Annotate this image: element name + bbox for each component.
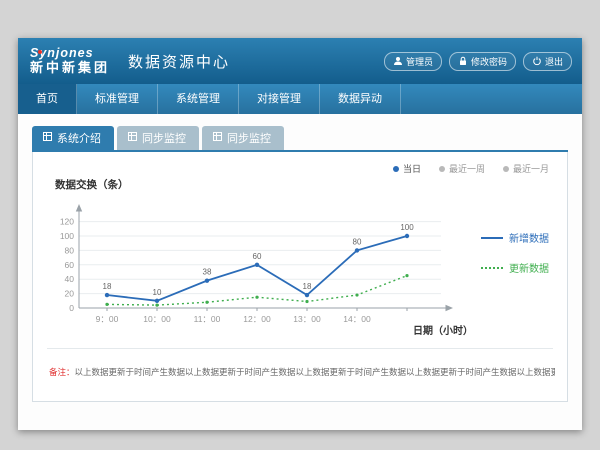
svg-text:10: 10 bbox=[153, 288, 162, 297]
svg-text:38: 38 bbox=[203, 268, 212, 277]
tab-label: 同步监控 bbox=[142, 130, 186, 146]
footnote: 备注：以上数据更新于时间产生数据以上数据更新于时间产生数据以上数据更新于时间产生… bbox=[45, 349, 555, 386]
solid-line-icon bbox=[481, 237, 503, 239]
change-password-label: 修改密码 bbox=[471, 55, 507, 68]
legend-item-new-data[interactable]: 新增数据 bbox=[481, 230, 555, 245]
svg-text:12：00: 12：00 bbox=[243, 314, 271, 324]
user-actions: 管理员 修改密码 退出 bbox=[384, 52, 582, 71]
svg-text:20: 20 bbox=[65, 289, 75, 299]
series-name: 新增数据 bbox=[509, 230, 549, 245]
svg-text:80: 80 bbox=[353, 237, 362, 246]
legend-dot-icon bbox=[393, 166, 399, 172]
chart-y-axis-title: 数据交换（条） bbox=[55, 177, 555, 192]
svg-text:100: 100 bbox=[400, 223, 414, 232]
period-filter-last-week[interactable]: 最近一周 bbox=[439, 162, 485, 175]
nav-item-docking-mgmt[interactable]: 对接管理 bbox=[239, 84, 320, 114]
tab-sync-monitor-1[interactable]: 同步监控 bbox=[117, 126, 199, 150]
svg-text:9：00: 9：00 bbox=[96, 314, 119, 324]
nav-item-home[interactable]: 首页 bbox=[18, 84, 77, 114]
tab-sync-monitor-2[interactable]: 同步监控 bbox=[202, 126, 284, 150]
admin-user-button[interactable]: 管理员 bbox=[384, 52, 442, 71]
svg-text:14：00: 14：00 bbox=[343, 314, 371, 324]
legend-dot-icon bbox=[503, 166, 509, 172]
grid-icon bbox=[128, 132, 137, 144]
grid-icon bbox=[213, 132, 222, 144]
legend-dot-icon bbox=[439, 166, 445, 172]
power-icon bbox=[532, 56, 542, 66]
tab-label: 系统介绍 bbox=[57, 130, 101, 146]
nav-item-system-mgmt[interactable]: 系统管理 bbox=[158, 84, 239, 114]
footnote-text: 以上数据更新于时间产生数据以上数据更新于时间产生数据以上数据更新于时间产生数据以… bbox=[75, 367, 555, 377]
series-legend: 新增数据 更新数据 bbox=[475, 194, 555, 342]
app-title: 数据资源中心 bbox=[128, 51, 230, 72]
lock-icon bbox=[458, 56, 468, 66]
svg-text:60: 60 bbox=[65, 260, 75, 270]
company-logo: Synjones 新中新集团 bbox=[18, 46, 110, 75]
period-filter-last-month[interactable]: 最近一月 bbox=[503, 162, 549, 175]
app-window: Synjones 新中新集团 数据资源中心 管理员 修改密码 退出 bbox=[18, 38, 582, 430]
period-filter: 当日 最近一周 最近一月 bbox=[45, 162, 549, 175]
svg-text:60: 60 bbox=[253, 252, 262, 261]
svg-text:0: 0 bbox=[69, 303, 74, 313]
svg-text:11：00: 11：00 bbox=[194, 314, 221, 324]
nav-item-data-change[interactable]: 数据异动 bbox=[320, 84, 401, 114]
period-label: 当日 bbox=[403, 162, 421, 175]
series-name: 更新数据 bbox=[509, 260, 549, 275]
period-label: 最近一月 bbox=[513, 162, 549, 175]
svg-text:100: 100 bbox=[60, 231, 74, 241]
svg-text:18: 18 bbox=[103, 282, 112, 291]
period-filter-today[interactable]: 当日 bbox=[393, 162, 421, 175]
svg-text:10：00: 10：00 bbox=[143, 314, 171, 324]
tab-label: 同步监控 bbox=[227, 130, 271, 146]
user-icon bbox=[393, 56, 403, 66]
svg-text:40: 40 bbox=[65, 274, 75, 284]
grid-icon bbox=[43, 132, 52, 144]
tab-system-intro[interactable]: 系统介绍 bbox=[32, 126, 114, 150]
logo-en-text: Synjones bbox=[30, 46, 110, 60]
svg-text:120: 120 bbox=[60, 217, 74, 227]
data-exchange-line-chart: 0 20 40 60 80 100 120 9：00 10：00 11：00 12：00 13：00 1… bbox=[45, 194, 475, 342]
logo-cn-text: 新中新集团 bbox=[30, 61, 110, 76]
logout-label: 退出 bbox=[545, 55, 563, 68]
tab-bar: 系统介绍 同步监控 同步监控 bbox=[32, 126, 568, 152]
svg-text:日期（小时）: 日期（小时） bbox=[413, 324, 473, 337]
period-label: 最近一周 bbox=[449, 162, 485, 175]
svg-text:13：00: 13：00 bbox=[293, 314, 321, 324]
svg-text:80: 80 bbox=[65, 245, 75, 255]
main-nav: 首页 标准管理 系统管理 对接管理 数据异动 bbox=[18, 84, 582, 114]
legend-item-updated-data[interactable]: 更新数据 bbox=[481, 260, 555, 275]
admin-user-label: 管理员 bbox=[406, 55, 433, 68]
svg-text:18: 18 bbox=[303, 282, 312, 291]
dotted-line-icon bbox=[481, 267, 503, 269]
chart-panel: 当日 最近一周 最近一月 数据交换（条） 0 20 40 60 80 100 120 9：00… bbox=[32, 152, 568, 402]
content-area: 系统介绍 同步监控 同步监控 当日 bbox=[18, 114, 582, 430]
footnote-label: 备注： bbox=[49, 367, 75, 377]
top-bar: Synjones 新中新集团 数据资源中心 管理员 修改密码 退出 bbox=[18, 38, 582, 84]
chart-row: 0 20 40 60 80 100 120 9：00 10：00 11：00 12：00 13：00 1… bbox=[45, 194, 555, 342]
change-password-button[interactable]: 修改密码 bbox=[449, 52, 516, 71]
logout-button[interactable]: 退出 bbox=[523, 52, 572, 71]
nav-item-standard-mgmt[interactable]: 标准管理 bbox=[77, 84, 158, 114]
